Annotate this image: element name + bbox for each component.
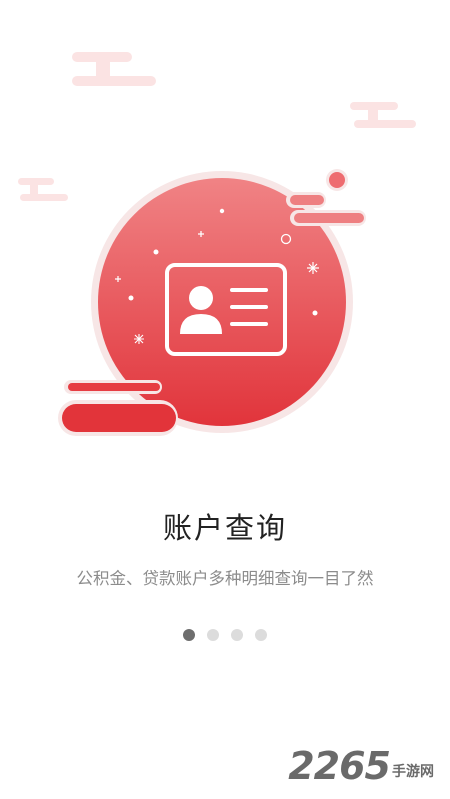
account-query-illustration — [18, 52, 416, 436]
page-indicator — [0, 629, 450, 641]
watermark-text: 手游网 — [392, 764, 434, 780]
page-dot-4[interactable] — [255, 629, 267, 641]
watermark-number: 2265 — [288, 744, 391, 788]
background-cloud-left — [18, 178, 68, 201]
watermark-logo: 2265 手游网 — [288, 747, 434, 785]
page-dot-1[interactable] — [183, 629, 195, 641]
background-cloud-top — [72, 52, 156, 86]
background-cloud-right — [350, 102, 416, 128]
page-dot-2[interactable] — [207, 629, 219, 641]
slide-title: 账户查询 — [162, 511, 287, 545]
page-dot-3[interactable] — [231, 629, 243, 641]
slide-subtitle: 公积金、贷款账户多种明细查询一目了然 — [76, 569, 374, 588]
